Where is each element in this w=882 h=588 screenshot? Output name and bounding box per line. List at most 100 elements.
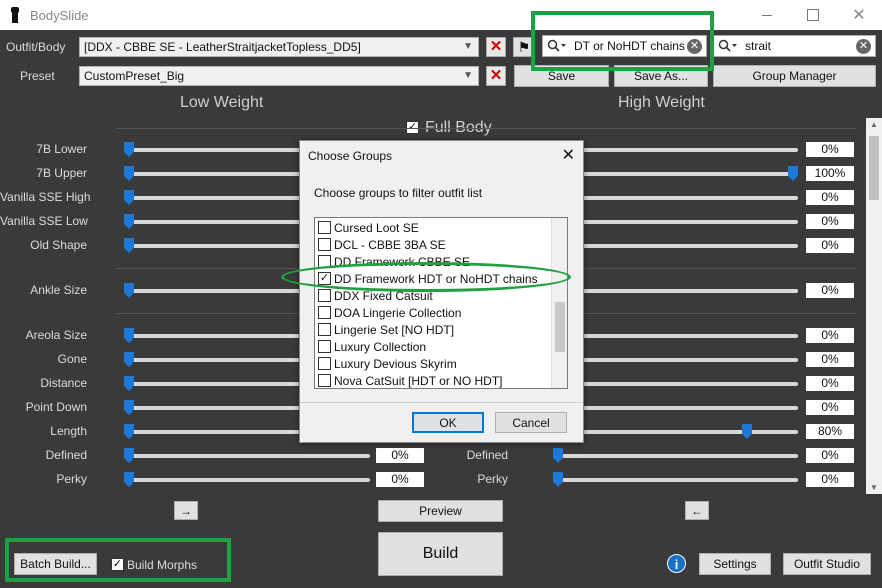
scroll-up-icon[interactable]: ▲ bbox=[870, 120, 878, 129]
high-weight-slider[interactable] bbox=[560, 289, 798, 293]
high-weight-value[interactable]: 0% bbox=[806, 376, 854, 391]
high-weight-value[interactable]: 0% bbox=[806, 400, 854, 415]
annotation-box bbox=[5, 538, 231, 582]
ok-button[interactable]: OK bbox=[412, 412, 484, 433]
high-weight-value[interactable]: 0% bbox=[806, 142, 854, 157]
window-title: BodySlide bbox=[30, 8, 89, 23]
low-weight-slider-thumb[interactable] bbox=[124, 448, 134, 463]
low-weight-value[interactable]: 0% bbox=[376, 472, 424, 487]
low-weight-slider-thumb[interactable] bbox=[124, 328, 134, 343]
minimize-icon[interactable] bbox=[744, 0, 790, 30]
close-icon[interactable]: ✕ bbox=[562, 145, 575, 165]
scroll-down-icon[interactable]: ▼ bbox=[870, 483, 878, 492]
high-weight-value[interactable]: 0% bbox=[806, 190, 854, 205]
preview-button[interactable]: Preview bbox=[378, 500, 503, 522]
low-weight-slider-thumb[interactable] bbox=[124, 472, 134, 487]
high-weight-value[interactable]: 0% bbox=[806, 214, 854, 229]
remove-outfit-icon[interactable]: ✕ bbox=[486, 37, 506, 57]
high-weight-slider[interactable] bbox=[560, 220, 798, 224]
high-weight-value[interactable]: 100% bbox=[806, 166, 854, 181]
high-weight-slider[interactable] bbox=[560, 196, 798, 200]
high-weight-slider[interactable] bbox=[560, 382, 798, 386]
slider-label: Ankle Size bbox=[30, 283, 87, 297]
outfit-select[interactable]: [DDX - CBBE SE - LeatherStraitjacketTopl… bbox=[79, 37, 479, 57]
low-weight-slider-thumb[interactable] bbox=[124, 142, 134, 157]
group-checkbox[interactable] bbox=[318, 340, 331, 353]
outfit-studio-button[interactable]: Outfit Studio bbox=[783, 553, 871, 575]
low-weight-slider[interactable] bbox=[124, 454, 370, 458]
high-weight-slider-thumb[interactable] bbox=[553, 472, 563, 487]
high-weight-slider-thumb[interactable] bbox=[553, 448, 563, 463]
slider-label: Vanilla SSE Low bbox=[0, 214, 88, 228]
chevron-down-icon: ▼ bbox=[463, 70, 473, 81]
group-list-scrollbar[interactable] bbox=[551, 218, 567, 388]
maximize-icon[interactable] bbox=[790, 0, 836, 30]
slider-label: 7B Lower bbox=[36, 142, 87, 156]
group-label: DOA Lingerie Collection bbox=[334, 306, 462, 320]
low-weight-value[interactable]: 0% bbox=[376, 448, 424, 463]
high-weight-value[interactable]: 0% bbox=[806, 328, 854, 343]
high-weight-slider[interactable] bbox=[560, 244, 798, 248]
high-weight-value[interactable]: 0% bbox=[806, 472, 854, 487]
group-label: Nova CatSuit [HDT or NO HDT] bbox=[334, 374, 503, 388]
high-weight-slider-thumb[interactable] bbox=[788, 166, 798, 181]
low-weight-slider-thumb[interactable] bbox=[124, 190, 134, 205]
low-weight-slider-thumb[interactable] bbox=[124, 376, 134, 391]
low-weight-slider-thumb[interactable] bbox=[124, 424, 134, 439]
high-weight-value[interactable]: 0% bbox=[806, 448, 854, 463]
remove-preset-icon[interactable]: ✕ bbox=[486, 66, 506, 86]
low-weight-heading: Low Weight bbox=[180, 94, 264, 111]
group-checkbox[interactable] bbox=[318, 221, 331, 234]
low-weight-slider[interactable] bbox=[124, 478, 370, 482]
annotation-ellipse bbox=[281, 262, 571, 292]
low-weight-slider-thumb[interactable] bbox=[124, 283, 134, 298]
info-icon[interactable]: i bbox=[667, 554, 686, 573]
outfit-filter-input[interactable]: strait ✕ bbox=[713, 35, 876, 57]
low-weight-slider-thumb[interactable] bbox=[124, 214, 134, 229]
group-checkbox[interactable] bbox=[318, 238, 331, 251]
high-weight-slider-thumb[interactable] bbox=[742, 424, 752, 439]
high-weight-slider[interactable] bbox=[553, 454, 798, 458]
group-checkbox[interactable] bbox=[318, 357, 331, 370]
slider-label: Perky bbox=[56, 472, 87, 486]
cancel-button[interactable]: Cancel bbox=[495, 412, 567, 433]
high-weight-value[interactable]: 0% bbox=[806, 283, 854, 298]
low-weight-slider-thumb[interactable] bbox=[124, 166, 134, 181]
group-checkbox[interactable] bbox=[318, 289, 331, 302]
high-weight-slider[interactable] bbox=[560, 148, 798, 152]
low-weight-slider-thumb[interactable] bbox=[124, 352, 134, 367]
group-checkbox[interactable] bbox=[318, 306, 331, 319]
copy-right-button[interactable]: → bbox=[174, 501, 198, 520]
outfit-select-value: [DDX - CBBE SE - LeatherStraitjacketTopl… bbox=[84, 40, 361, 54]
low-weight-slider-thumb[interactable] bbox=[124, 238, 134, 253]
outfit-label: Outfit/Body bbox=[6, 40, 66, 54]
slider-label: Vanilla SSE High bbox=[0, 190, 91, 204]
high-weight-value[interactable]: 0% bbox=[806, 238, 854, 253]
preset-select[interactable]: CustomPreset_Big ▼ bbox=[79, 66, 479, 86]
high-weight-slider[interactable] bbox=[560, 334, 798, 338]
group-label: DCL - CBBE 3BA SE bbox=[334, 238, 446, 252]
slider-scrollbar[interactable]: ▲ ▼ bbox=[866, 118, 882, 494]
build-button[interactable]: Build bbox=[378, 532, 503, 576]
group-checkbox[interactable] bbox=[318, 374, 331, 387]
low-weight-slider-thumb[interactable] bbox=[124, 400, 134, 415]
scroll-thumb[interactable] bbox=[869, 136, 879, 200]
copy-left-button[interactable]: ← bbox=[685, 501, 709, 520]
scroll-thumb[interactable] bbox=[555, 302, 565, 352]
high-weight-slider[interactable] bbox=[560, 430, 798, 434]
slider-label: Length bbox=[50, 424, 87, 438]
divider bbox=[116, 128, 856, 129]
group-manager-button[interactable]: Group Manager bbox=[713, 65, 876, 87]
group-checkbox[interactable] bbox=[318, 323, 331, 336]
clear-icon[interactable]: ✕ bbox=[856, 39, 871, 54]
high-weight-slider[interactable] bbox=[553, 478, 798, 482]
slider-label: Old Shape bbox=[30, 238, 87, 252]
high-weight-slider[interactable] bbox=[560, 406, 798, 410]
high-weight-value[interactable]: 80% bbox=[806, 424, 854, 439]
dialog-prompt: Choose groups to filter outfit list bbox=[314, 186, 483, 200]
high-weight-slider[interactable] bbox=[560, 172, 798, 176]
high-weight-value[interactable]: 0% bbox=[806, 352, 854, 367]
close-icon[interactable]: ✕ bbox=[836, 0, 882, 30]
high-weight-slider[interactable] bbox=[560, 358, 798, 362]
settings-button[interactable]: Settings bbox=[699, 553, 771, 575]
